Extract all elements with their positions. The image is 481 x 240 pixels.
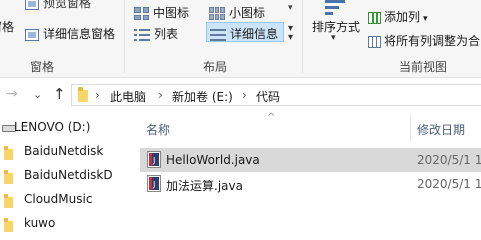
ribbon-divider: [302, 0, 303, 73]
medium-icons-button[interactable]: 中图标: [134, 4, 189, 21]
file-list: ^ 名称 修改日期 J HelloWorld.java 2020/5/1 1 J…: [121, 112, 481, 238]
file-modified: 2020/5/1 1: [417, 177, 481, 191]
svg-text:J: J: [152, 156, 155, 165]
layout-scroll-up[interactable]: ▾: [288, 3, 293, 13]
chevron-right-icon: ›: [95, 88, 100, 102]
fit-columns-icon: [368, 35, 381, 48]
up-arrow-icon[interactable]: ↑: [53, 85, 66, 103]
list-icon: [134, 28, 150, 41]
back-arrow-icon[interactable]: →: [6, 86, 18, 102]
ribbon-divider: [124, 0, 125, 73]
folder-icon: [4, 194, 13, 208]
chevron-right-icon: ›: [242, 88, 247, 102]
sort-by-button[interactable]: 排序方式: [312, 18, 360, 35]
column-divider[interactable]: [410, 116, 411, 142]
navigation-pane-button[interactable]: 窗格: [0, 18, 14, 35]
nav-item-baidunetdisk[interactable]: BaiduNetdisk: [0, 140, 120, 164]
folder-icon: [4, 146, 13, 160]
folder-icon: [4, 218, 13, 232]
sort-by-chevron-icon: ▾: [331, 33, 336, 43]
list-label: 列表: [154, 27, 179, 41]
add-column-chevron-icon: ▾: [423, 14, 428, 24]
group-label-panes: 窗格: [30, 60, 55, 74]
group-label-current-view: 当前视图: [399, 60, 448, 74]
java-file-icon: J: [147, 175, 161, 192]
sort-by-icon: [323, 0, 349, 16]
sort-ascending-icon: ^: [267, 112, 276, 123]
details-pane-button[interactable]: 详细信息窗格: [25, 25, 115, 42]
chevron-right-icon: ›: [158, 88, 163, 102]
file-row[interactable]: J HelloWorld.java 2020/5/1 1: [140, 148, 481, 172]
java-file-icon: J: [147, 151, 161, 168]
nav-item-lenovo-d[interactable]: LENOVO (D:): [0, 116, 120, 140]
add-column-button[interactable]: 添加列 ▾: [368, 8, 428, 25]
details-pane-label: 详细信息窗格: [43, 27, 116, 41]
file-name: HelloWorld.java: [166, 153, 260, 167]
breadcrumb[interactable]: › 此电脑 › 新加卷 (E:) › 代码: [71, 84, 481, 106]
navigation-pane: LENOVO (D:) BaiduNetdisk BaiduNetdiskD C…: [0, 112, 120, 238]
layout-more-button[interactable]: ▾ ▾: [288, 24, 293, 43]
address-bar-area: → ⌄ ↑ › 此电脑 › 新加卷 (E:) › 代码: [0, 78, 481, 112]
recent-locations-chevron-icon[interactable]: ⌄: [33, 88, 42, 101]
details-icon: [210, 28, 226, 41]
file-modified: 2020/5/1 1: [417, 153, 481, 167]
file-row[interactable]: J 加法运算.java 2020/5/1 1: [140, 172, 481, 196]
column-header-name[interactable]: 名称: [146, 121, 170, 138]
preview-pane-button[interactable]: 预览窗格: [25, 0, 91, 11]
fit-columns-label: 将所有列调整为合: [384, 34, 481, 48]
nav-item-kuwo[interactable]: kuwo: [0, 212, 120, 236]
column-header-modified[interactable]: 修改日期: [417, 121, 465, 138]
preview-pane-label: 预览窗格: [43, 0, 92, 10]
preview-pane-icon: [25, 0, 39, 10]
folder-icon: [78, 87, 88, 102]
details-label: 详细信息: [230, 27, 279, 41]
nav-item-baidunetdiskd[interactable]: BaiduNetdiskD: [0, 164, 120, 188]
medium-icons-label: 中图标: [153, 6, 190, 20]
add-column-label: 添加列: [384, 10, 421, 24]
small-icons-button[interactable]: 小图标: [209, 4, 265, 21]
medium-icons-icon: [134, 7, 149, 20]
breadcrumb-this-pc[interactable]: 此电脑: [110, 88, 146, 105]
breadcrumb-code-folder[interactable]: 代码: [256, 88, 280, 105]
details-view-content: 详细信息: [210, 25, 278, 42]
sort-by-label: 排序方式: [312, 20, 361, 34]
add-column-icon: [368, 11, 381, 24]
list-view-button[interactable]: 列表: [134, 25, 178, 42]
group-label-layout: 布局: [203, 60, 228, 74]
nav-item-cloudmusic[interactable]: CloudMusic: [0, 188, 120, 212]
small-icons-icon: [209, 7, 225, 20]
ribbon: 预览窗格 窗格 详细信息窗格 窗格 中图标 小图标 ▾ 列表 详细信息 ▾▾ 布…: [0, 0, 481, 78]
navigation-pane-label: 窗格: [0, 20, 15, 34]
svg-text:J: J: [152, 180, 155, 189]
fit-columns-button[interactable]: 将所有列调整为合: [368, 32, 480, 49]
file-name: 加法运算.java: [166, 179, 243, 193]
breadcrumb-drive-e[interactable]: 新加卷 (E:): [172, 88, 233, 105]
folder-icon: [4, 170, 13, 184]
details-pane-icon: [25, 28, 39, 41]
small-icons-label: 小图标: [229, 6, 266, 20]
